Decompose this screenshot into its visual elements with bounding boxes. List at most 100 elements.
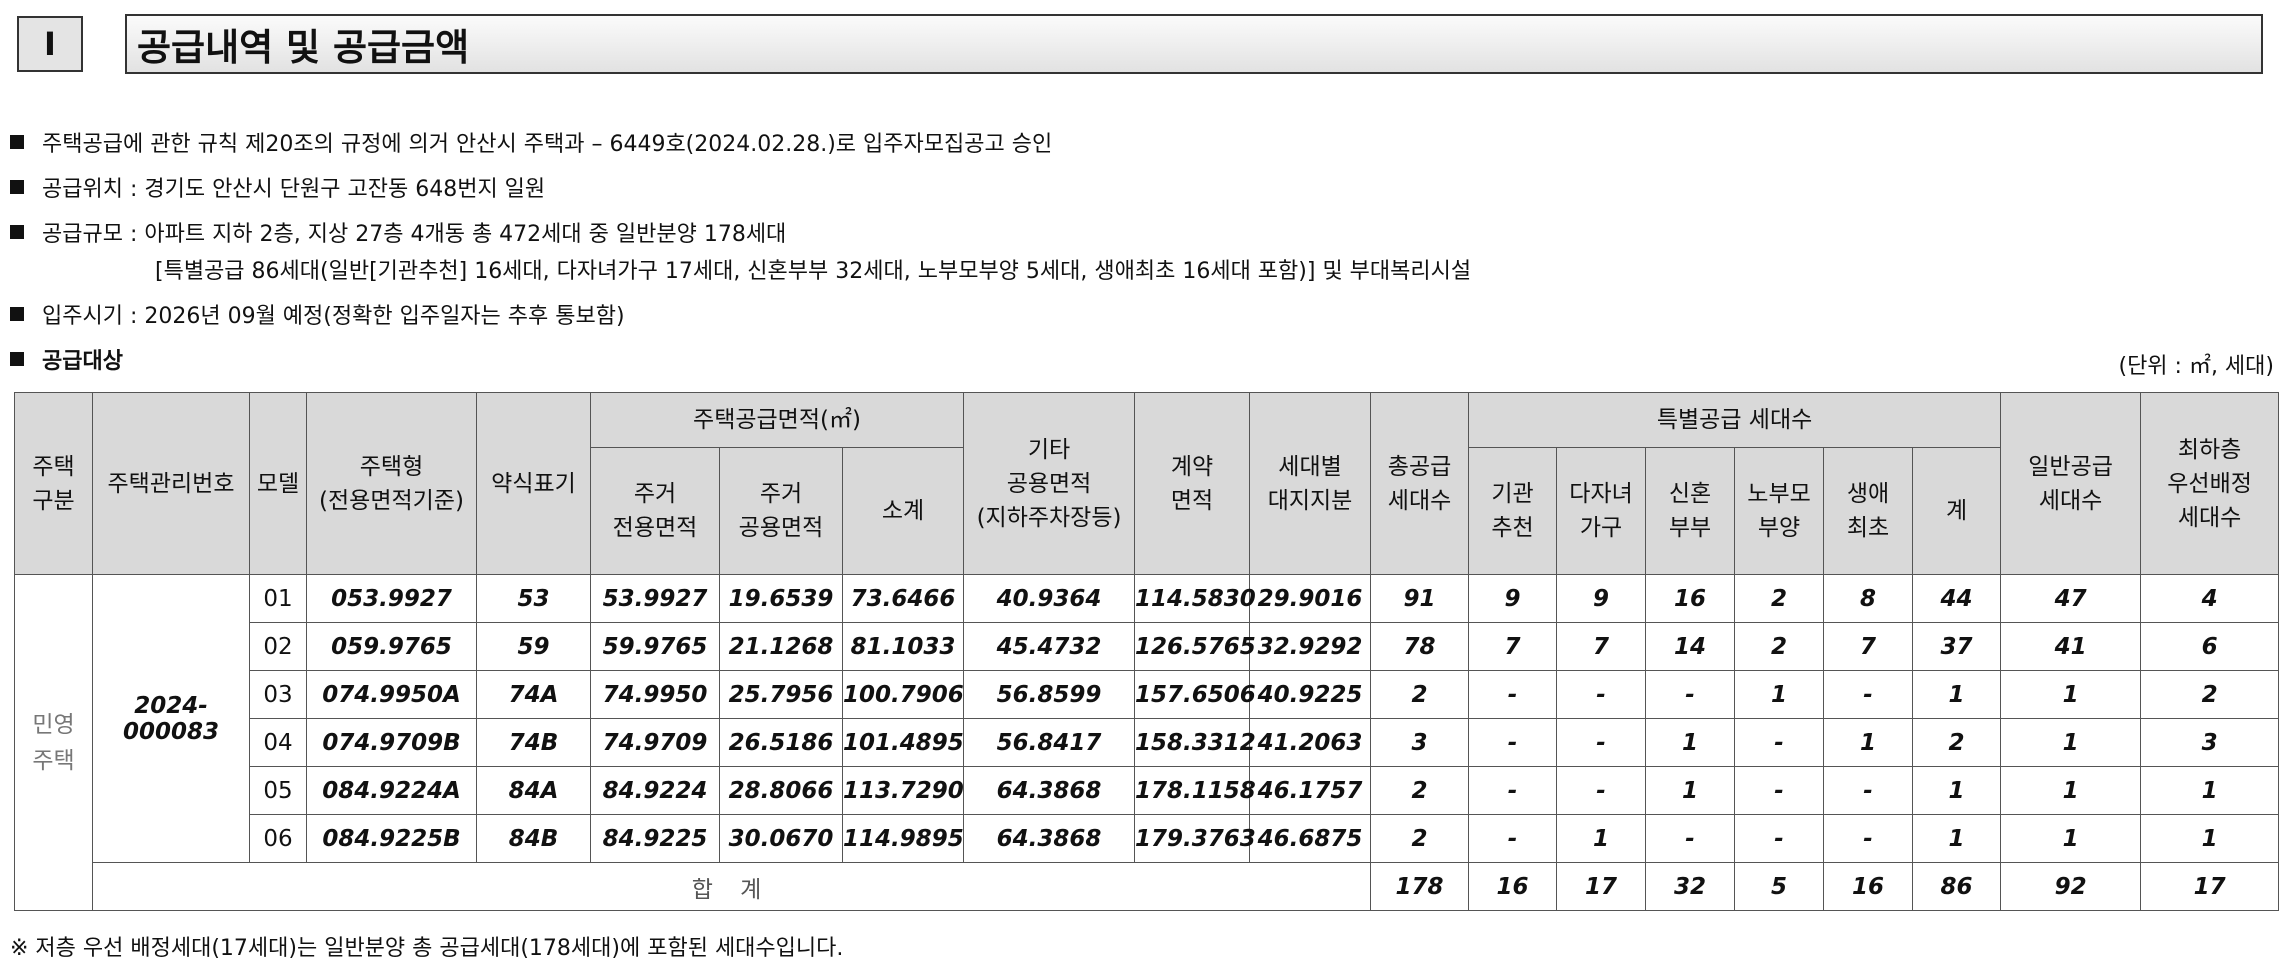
bullet-text: 주택공급에 관한 규칙 제20조의 규정에 의거 안산시 주택과 – 6449호…: [42, 132, 1053, 157]
multi-child-cell: 1: [1556, 814, 1647, 863]
supply-table: 주택 구분 주택관리번호 모델 주택형 (전용면적기준) 약식표기 주택공급면적…: [14, 392, 2280, 911]
header-mgmt-no: 주택관리번호: [92, 392, 250, 575]
newlywed-cell: 1: [1645, 718, 1736, 767]
land-share-cell: 46.6875: [1249, 814, 1372, 863]
elderly-cell: -: [1734, 814, 1825, 863]
lowest-cell: 1: [2140, 766, 2280, 815]
subtotal-cell: 100.7906: [841, 670, 965, 719]
other-common-cell: 45.4732: [963, 622, 1136, 671]
abbrev-cell: 84A: [476, 766, 591, 815]
bullet-square-icon: [10, 225, 24, 239]
lowest-cell: 2: [2140, 670, 2280, 719]
subtotal-cell: 113.7290: [841, 766, 965, 815]
newlywed-cell: 16: [1645, 574, 1736, 623]
special-sum-cell: 37: [1912, 622, 2002, 671]
section-number: I: [17, 16, 83, 72]
institution-cell: -: [1468, 718, 1558, 767]
abbrev-cell: 53: [476, 574, 591, 623]
newlywed-cell: -: [1645, 670, 1736, 719]
first-time-cell: -: [1823, 814, 1914, 863]
table-row: 03 074.9950A 74A 74.9950 25.7956 100.790…: [15, 670, 2280, 719]
sum-row: 합 계 178 16 17 32 5 16 86 92 17: [15, 862, 2280, 911]
model-cell: 04: [249, 718, 307, 767]
institution-cell: 7: [1468, 622, 1558, 671]
land-share-cell: 32.9292: [1249, 622, 1372, 671]
total-supply-cell: 2: [1370, 766, 1470, 815]
subtotal-cell: 81.1033: [841, 622, 965, 671]
header-common-area: 주거 공용면적: [719, 447, 843, 575]
house-type-cell: 059.9765: [306, 622, 477, 671]
header-special-supply: 특별공급 세대수: [1468, 392, 2002, 448]
general-cell: 1: [2000, 670, 2142, 719]
header-exclusive-area: 주거 전용면적: [590, 447, 720, 575]
land-share-cell: 41.2063: [1249, 718, 1372, 767]
bullet-square-icon: [10, 180, 24, 194]
sum-total-supply: 178: [1370, 862, 1470, 911]
land-share-cell: 29.9016: [1249, 574, 1372, 623]
table-row: 04 074.9709B 74B 74.9709 26.5186 101.489…: [15, 718, 2280, 767]
header-contract-area: 계약 면적: [1134, 392, 1251, 575]
abbrev-cell: 84B: [476, 814, 591, 863]
total-supply-cell: 2: [1370, 670, 1470, 719]
model-cell: 06: [249, 814, 307, 863]
multi-child-cell: 9: [1556, 574, 1647, 623]
house-type-cell: 084.9225B: [306, 814, 477, 863]
table-row: 06 084.9225B 84B 84.9225 30.0670 114.989…: [15, 814, 2280, 863]
newlywed-cell: 14: [1645, 622, 1736, 671]
house-type-cell: 084.9224A: [306, 766, 477, 815]
abbrev-cell: 74B: [476, 718, 591, 767]
bullet-move-in: 입주시기 : 2026년 09월 예정(정확한 입주일자는 추후 통보함): [10, 298, 625, 330]
other-common-cell: 40.9364: [963, 574, 1136, 623]
special-sum-cell: 2: [1912, 718, 2002, 767]
common-cell: 30.0670: [719, 814, 843, 863]
first-time-cell: -: [1823, 670, 1914, 719]
lowest-cell: 3: [2140, 718, 2280, 767]
exclusive-cell: 74.9950: [590, 670, 720, 719]
sum-general: 92: [2000, 862, 2142, 911]
exclusive-cell: 84.9224: [590, 766, 720, 815]
special-sum-cell: 44: [1912, 574, 2002, 623]
model-cell: 05: [249, 766, 307, 815]
sum-special: 86: [1912, 862, 2002, 911]
bullet-text: 입주시기 : 2026년 09월 예정(정확한 입주일자는 추후 통보함): [42, 304, 625, 329]
other-common-cell: 64.3868: [963, 766, 1136, 815]
exclusive-cell: 53.9927: [590, 574, 720, 623]
sum-lowest: 17: [2140, 862, 2280, 911]
multi-child-cell: -: [1556, 718, 1647, 767]
header-subtotal: 소계: [841, 447, 965, 575]
special-sum-cell: 1: [1912, 814, 2002, 863]
general-cell: 1: [2000, 718, 2142, 767]
abbrev-cell: 74A: [476, 670, 591, 719]
sum-elderly: 5: [1734, 862, 1825, 911]
exclusive-cell: 59.9765: [590, 622, 720, 671]
bullet-scale: 공급규모 : 아파트 지하 2층, 지상 27층 4개동 총 472세대 중 일…: [10, 216, 786, 248]
bullet-square-icon: [10, 352, 24, 366]
special-sum-cell: 1: [1912, 670, 2002, 719]
model-cell: 02: [249, 622, 307, 671]
table-row: 02 059.9765 59 59.9765 21.1268 81.1033 4…: [15, 622, 2280, 671]
subtotal-cell: 101.4895: [841, 718, 965, 767]
common-cell: 25.7956: [719, 670, 843, 719]
institution-cell: 9: [1468, 574, 1558, 623]
mgmt-no-cell: 2024- 000083: [92, 574, 250, 863]
house-type-cell: 053.9927: [306, 574, 477, 623]
common-cell: 26.5186: [719, 718, 843, 767]
elderly-cell: -: [1734, 718, 1825, 767]
other-common-cell: 56.8599: [963, 670, 1136, 719]
sum-multi-child: 17: [1556, 862, 1647, 911]
header-elderly-parent: 노부모 부양: [1734, 447, 1825, 575]
institution-cell: -: [1468, 670, 1558, 719]
sum-first-time: 16: [1823, 862, 1914, 911]
contract-cell: 179.3763: [1134, 814, 1256, 863]
header-house-kind: 주택 구분: [14, 392, 93, 575]
bullet-location: 공급위치 : 경기도 안산시 단원구 고잔동 648번지 일원: [10, 171, 545, 203]
scale-detail: [특별공급 86세대(일반[기관추천] 16세대, 다자녀가구 17세대, 신혼…: [155, 259, 1472, 284]
elderly-cell: 2: [1734, 574, 1825, 623]
house-kind-cell: 민영 주택: [14, 574, 93, 911]
institution-cell: -: [1468, 814, 1558, 863]
exclusive-cell: 74.9709: [590, 718, 720, 767]
first-time-cell: -: [1823, 766, 1914, 815]
multi-child-cell: -: [1556, 766, 1647, 815]
header-house-type: 주택형 (전용면적기준): [306, 392, 477, 575]
general-cell: 41: [2000, 622, 2142, 671]
